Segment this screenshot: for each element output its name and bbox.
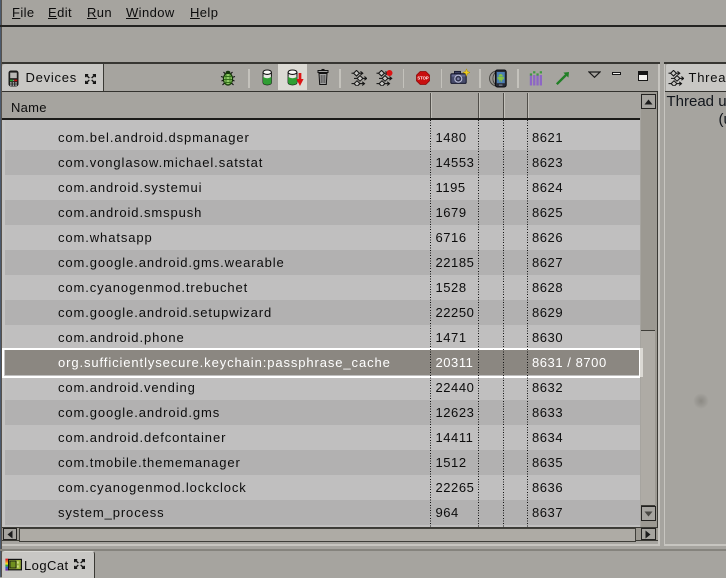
svg-text:STOP: STOP bbox=[417, 75, 429, 80]
